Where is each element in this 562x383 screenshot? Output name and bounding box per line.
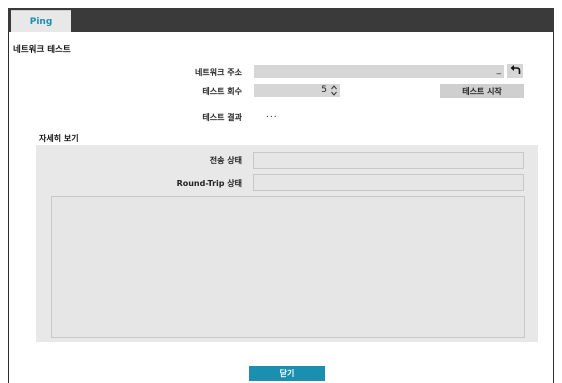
transmit-label: 전송 상태 xyxy=(209,156,242,165)
address-input[interactable]: _ xyxy=(254,65,504,78)
count-value: 5 xyxy=(321,85,327,95)
address-label: 네트워크 주소 xyxy=(195,68,242,77)
result-value: ... xyxy=(266,110,278,120)
result-label: 테스트 결과 xyxy=(202,113,242,122)
reset-button[interactable] xyxy=(507,64,523,78)
start-test-button[interactable]: 테스트 시작 xyxy=(440,84,524,98)
tab-ping[interactable]: Ping xyxy=(11,10,71,32)
close-button[interactable]: 닫기 xyxy=(249,366,325,381)
count-stepper[interactable]: 5 xyxy=(254,84,340,97)
roundtrip-field xyxy=(253,174,524,191)
tab-bar xyxy=(8,8,554,32)
undo-arrow-icon xyxy=(510,64,521,78)
stepper-arrows-icon[interactable] xyxy=(331,85,337,99)
roundtrip-label: Round-Trip 상태 xyxy=(176,179,242,188)
section-title: 네트워크 테스트 xyxy=(13,45,71,55)
details-title: 자세히 보기 xyxy=(39,134,79,143)
count-label: 테스트 회수 xyxy=(202,87,242,96)
transmit-field xyxy=(253,152,524,169)
address-value: _ xyxy=(496,65,502,75)
ping-log-area[interactable] xyxy=(51,196,525,338)
